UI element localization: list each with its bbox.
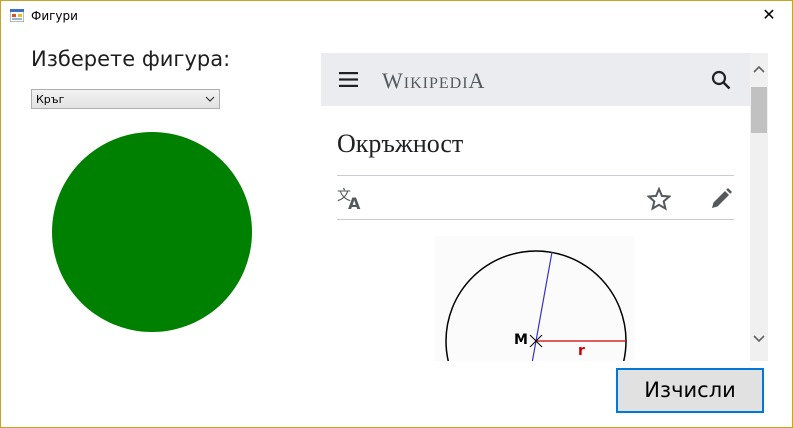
pencil-icon[interactable]	[709, 187, 733, 211]
web-browser-panel: WIKIPEDIA Окръжност 文 A M r	[321, 53, 768, 361]
svg-text:A: A	[348, 194, 361, 210]
divider	[337, 219, 734, 220]
article-title: Окръжност	[337, 129, 464, 158]
radius-label: r	[578, 343, 585, 359]
choose-shape-label: Изберете фигура:	[31, 47, 231, 71]
winforms-app-icon	[10, 9, 24, 22]
circle-diagram-svg: M r	[445, 250, 627, 361]
vertical-scrollbar[interactable]	[750, 53, 768, 361]
scroll-up-arrow-icon[interactable]	[750, 61, 768, 79]
chevron-down-icon	[205, 96, 215, 102]
divider	[337, 175, 734, 176]
logo-middle: IKIPEDI	[403, 75, 469, 92]
scrollbar-thumb[interactable]	[751, 87, 767, 133]
circle-diagram: M r	[435, 236, 635, 361]
logo-first-letter: W	[382, 68, 404, 93]
star-icon[interactable]	[647, 187, 671, 211]
shape-select[interactable]: Кръг	[31, 89, 220, 109]
logo-last-letter: A	[468, 68, 486, 93]
form-client-area: Изберете фигура: Кръг WIKIPEDIA Окръжнос…	[1, 31, 792, 427]
hamburger-menu-icon[interactable]	[339, 72, 358, 87]
shape-preview-circle	[52, 132, 252, 332]
center-label: M	[514, 332, 528, 348]
diagram-circle	[445, 250, 627, 361]
window-title: Фигури	[31, 9, 78, 23]
close-button[interactable]: ✕	[746, 1, 792, 31]
calculate-button[interactable]: Изчисли	[616, 368, 764, 413]
app-window: Фигури ✕ Изберете фигура: Кръг WIKIPEDIA	[0, 0, 793, 428]
scroll-down-arrow-icon[interactable]	[750, 329, 768, 347]
wikipedia-logo[interactable]: WIKIPEDIA	[382, 68, 485, 94]
shape-select-value: Кръг	[36, 93, 65, 106]
title-bar[interactable]: Фигури ✕	[1, 1, 792, 31]
translate-icon[interactable]: 文 A	[337, 186, 365, 210]
search-icon[interactable]	[711, 70, 731, 90]
wikipedia-header: WIKIPEDIA	[321, 53, 750, 106]
